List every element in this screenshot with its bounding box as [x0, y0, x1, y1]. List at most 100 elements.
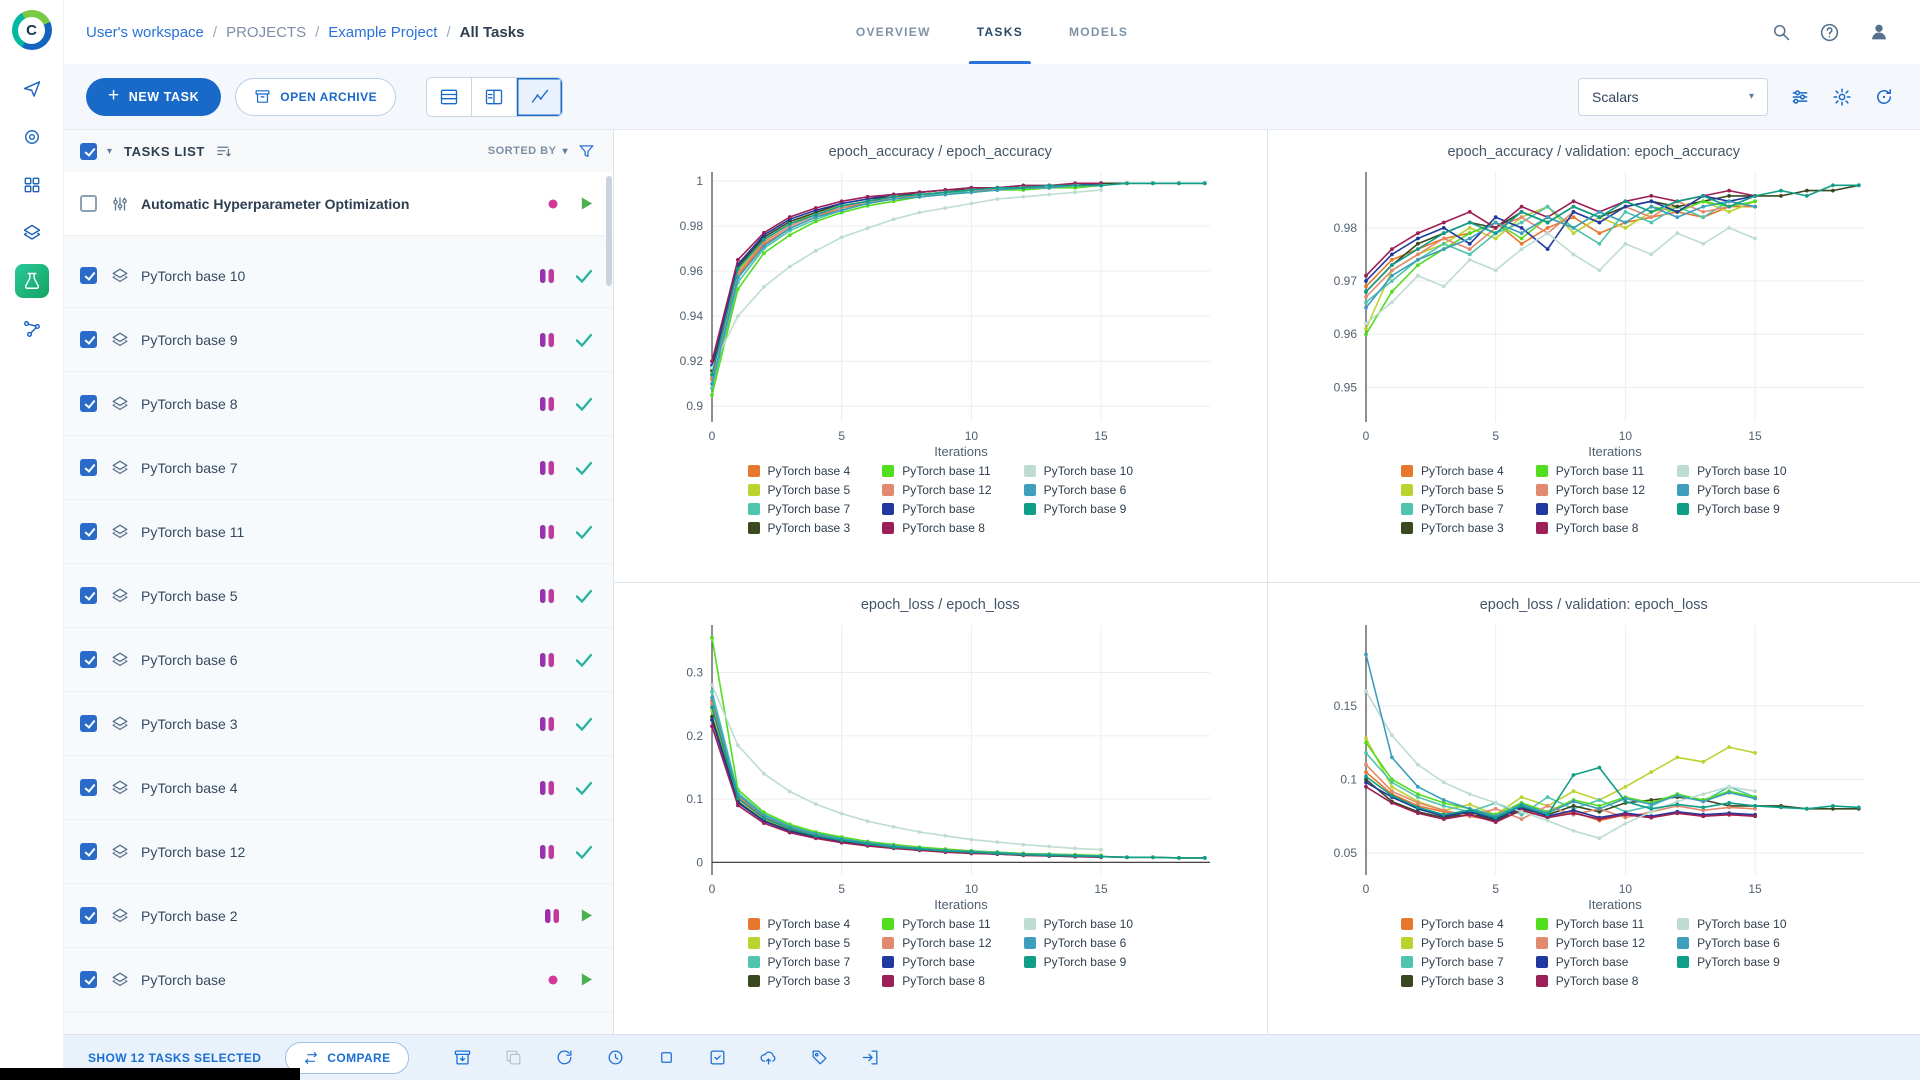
rail-item-pipelines-icon[interactable]	[15, 312, 49, 346]
archive-icon[interactable]	[453, 1048, 472, 1067]
task-row[interactable]: PyTorch base 3	[64, 692, 613, 756]
legend-item[interactable]: PyTorch base 8	[1535, 974, 1645, 988]
chart-view-icon[interactable]	[517, 77, 563, 116]
task-checkbox[interactable]	[80, 331, 97, 348]
task-row[interactable]: PyTorch base 10	[64, 244, 613, 308]
legend-item[interactable]: PyTorch base 5	[747, 936, 850, 950]
legend-item[interactable]: PyTorch base 3	[1401, 521, 1504, 535]
legend-item[interactable]: PyTorch base 4	[1401, 917, 1504, 931]
breadcrumb-projects[interactable]: PROJECTS	[226, 24, 306, 41]
legend-item[interactable]: PyTorch base 4	[747, 917, 850, 931]
rail-item-experiments-icon[interactable]	[14, 264, 49, 298]
avatar[interactable]	[1868, 21, 1890, 43]
rail-item-datasets-icon[interactable]	[15, 120, 49, 154]
rail-item-dashboard-icon[interactable]	[15, 72, 49, 106]
select-all-caret-icon[interactable]: ▾	[107, 146, 112, 157]
breadcrumb-project-name[interactable]: Example Project	[328, 24, 437, 41]
chart-plot[interactable]: 0.95 0.96 0.97 0.98 0 5 10 15 Iterations	[1304, 162, 1884, 462]
task-row[interactable]: PyTorch base 7	[64, 436, 613, 500]
task-checkbox[interactable]	[80, 843, 97, 860]
tag-icon[interactable]	[810, 1048, 829, 1067]
legend-item[interactable]: PyTorch base 11	[882, 464, 991, 478]
gear-icon[interactable]	[1832, 87, 1852, 107]
legend-item[interactable]: PyTorch base 4	[1401, 464, 1504, 478]
list-settings-icon[interactable]	[215, 143, 232, 160]
task-checkbox[interactable]	[80, 195, 97, 212]
task-checkbox[interactable]	[80, 587, 97, 604]
legend-item[interactable]: PyTorch base 7	[747, 502, 850, 516]
open-archive-button[interactable]: OPEN ARCHIVE	[235, 77, 397, 116]
task-row[interactable]: PyTorch base 4	[64, 756, 613, 820]
task-row[interactable]: PyTorch base 2	[64, 884, 613, 948]
rail-item-reports-icon[interactable]	[15, 168, 49, 202]
task-row[interactable]: Automatic Hyperparameter Optimization	[64, 172, 613, 236]
legend-item[interactable]: PyTorch base 3	[747, 974, 850, 988]
retry-icon[interactable]	[555, 1048, 574, 1067]
tab-tasks[interactable]: TASKS	[968, 0, 1032, 64]
legend-item[interactable]: PyTorch base 4	[747, 464, 850, 478]
move-to-icon[interactable]	[861, 1048, 880, 1067]
auto-refresh-icon[interactable]	[1874, 87, 1894, 107]
task-checkbox[interactable]	[80, 971, 97, 988]
legend-item[interactable]: PyTorch base 10	[1677, 917, 1787, 931]
legend-item[interactable]: PyTorch base 5	[1401, 483, 1504, 497]
task-checkbox[interactable]	[80, 907, 97, 924]
legend-item[interactable]: PyTorch base 12	[1535, 483, 1645, 497]
metric-variant-select[interactable]: Scalars ▾	[1578, 77, 1768, 116]
task-checkbox[interactable]	[80, 267, 97, 284]
tab-overview[interactable]: OVERVIEW	[856, 0, 931, 64]
legend-item[interactable]: PyTorch base 9	[1023, 955, 1133, 969]
task-checkbox[interactable]	[80, 715, 97, 732]
legend-item[interactable]: PyTorch base 12	[882, 936, 992, 950]
legend-item[interactable]: PyTorch base 10	[1023, 917, 1133, 931]
legend-item[interactable]: PyTorch base 10	[1023, 464, 1133, 478]
table-view-icon[interactable]	[427, 77, 473, 116]
publish-icon[interactable]	[759, 1048, 778, 1067]
scrollbar-thumb[interactable]	[606, 176, 612, 286]
clearml-logo[interactable]: C	[11, 10, 52, 50]
task-row[interactable]: PyTorch base 9	[64, 308, 613, 372]
legend-item[interactable]: PyTorch base 7	[1401, 502, 1504, 516]
legend-item[interactable]: PyTorch base 10	[1677, 464, 1787, 478]
legend-item[interactable]: PyTorch base 6	[1677, 483, 1786, 497]
legend-item[interactable]: PyTorch base 6	[1023, 483, 1133, 497]
task-row[interactable]: PyTorch base 11	[64, 500, 613, 564]
legend-item[interactable]: PyTorch base 7	[747, 955, 850, 969]
split-view-icon[interactable]	[472, 77, 518, 116]
task-checkbox[interactable]	[80, 459, 97, 476]
legend-item[interactable]: PyTorch base 5	[747, 483, 850, 497]
stop-icon[interactable]	[657, 1048, 676, 1067]
task-row[interactable]: PyTorch base 6	[64, 628, 613, 692]
legend-item[interactable]: PyTorch base 11	[1535, 464, 1645, 478]
task-row[interactable]: PyTorch base	[64, 948, 613, 1012]
legend-item[interactable]: PyTorch base 12	[882, 483, 992, 497]
legend-item[interactable]: PyTorch base 12	[1535, 936, 1645, 950]
legend-item[interactable]: PyTorch base 8	[882, 521, 991, 535]
chart-plot[interactable]: 0.90.920.940.960.9810 5 10 15Iterations	[650, 162, 1230, 462]
legend-item[interactable]: PyTorch base 3	[747, 521, 850, 535]
legend-item[interactable]: PyTorch base	[882, 955, 991, 969]
legend-item[interactable]: PyTorch base 3	[1401, 974, 1504, 988]
legend-item[interactable]: PyTorch base 11	[1535, 917, 1645, 931]
rail-item-projects-icon[interactable]	[15, 216, 49, 250]
legend-item[interactable]: PyTorch base 9	[1677, 955, 1786, 969]
tune-icon[interactable]	[1790, 87, 1810, 107]
select-all-checkbox[interactable]	[80, 142, 97, 160]
chart-plot[interactable]: 0.05 0.1 0.15 0 5 10 15 Iterations	[1304, 615, 1884, 915]
help-icon[interactable]	[1819, 22, 1840, 43]
legend-item[interactable]: PyTorch base 8	[882, 974, 991, 988]
legend-item[interactable]: PyTorch base	[1535, 955, 1645, 969]
legend-item[interactable]: PyTorch base 8	[1535, 521, 1645, 535]
breadcrumb-workspace[interactable]: User's workspace	[86, 24, 204, 41]
task-row[interactable]: PyTorch base 12	[64, 820, 613, 884]
task-checkbox[interactable]	[80, 523, 97, 540]
selected-tasks-text[interactable]: SHOW 12 TASKS SELECTED	[88, 1051, 261, 1065]
legend-item[interactable]: PyTorch base 5	[1401, 936, 1504, 950]
history-icon[interactable]	[606, 1048, 625, 1067]
legend-item[interactable]: PyTorch base 9	[1677, 502, 1786, 516]
legend-item[interactable]: PyTorch base 6	[1677, 936, 1786, 950]
tab-models[interactable]: MODELS	[1069, 0, 1128, 64]
new-task-button[interactable]: + NEW TASK	[86, 77, 222, 116]
task-checkbox[interactable]	[80, 651, 97, 668]
sorted-by-button[interactable]: SORTED BY ▾	[488, 145, 568, 157]
